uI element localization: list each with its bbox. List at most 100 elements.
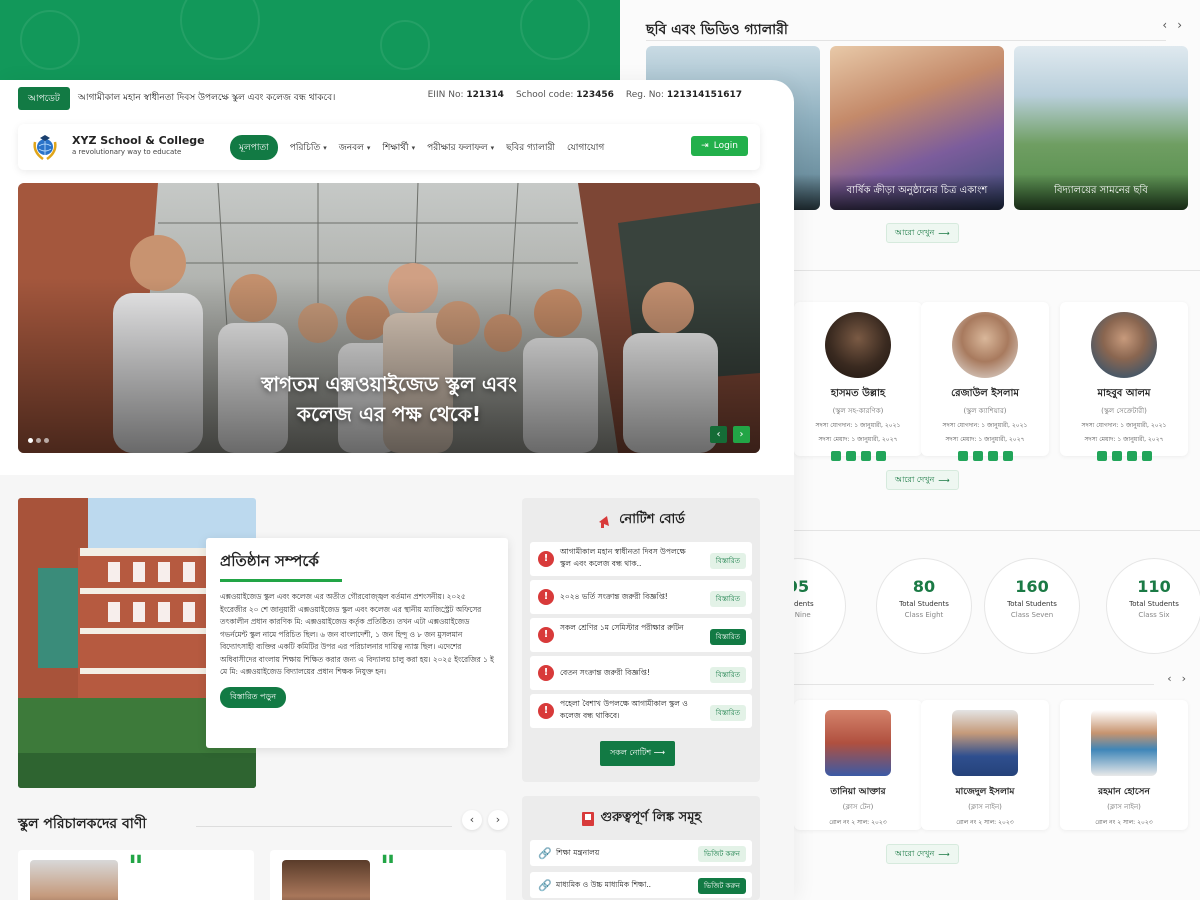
linkedin-icon[interactable] <box>1002 451 1013 461</box>
students-more-button[interactable]: আরো দেখুন ⟶ <box>886 844 959 864</box>
teacher-card[interactable]: রেজাউল ইসলাম (স্কুল ক্যাশিয়ার) সদস্য যো… <box>921 302 1049 461</box>
phone-icon[interactable] <box>1096 451 1107 461</box>
messages-prev-button[interactable]: ‹ <box>462 810 482 830</box>
teacher-term: সদস্য মেয়াদ: ১ জানুয়ারী, ২০২৭ <box>945 436 1025 443</box>
slider-dot[interactable] <box>44 438 49 443</box>
stat-number: 160 <box>1015 577 1049 596</box>
linkedin-icon[interactable] <box>1141 451 1152 461</box>
student-class: (ক্লাস নাইন) <box>1107 803 1141 811</box>
student-card[interactable]: মাজেদুল ইসলাম (ক্লাস নাইন) রোল নং ২ সাল:… <box>921 700 1049 830</box>
link-item[interactable]: 🔗 শিক্ষা মন্ত্রনালয় ভিজিট করুন <box>530 840 752 866</box>
student-card[interactable]: তানিয়া আক্তার (ক্লাস টেন) রোল নং ২ সাল:… <box>794 700 922 830</box>
phone-icon[interactable] <box>830 451 841 461</box>
notice-item[interactable]: ! বেতন সংক্রান্ত জরুরী বিজ্ঞপ্তি! বিস্তা… <box>530 656 752 690</box>
teacher-term: সদস্য মেয়াদ: ১ জানুয়ারী, ২০২৭ <box>818 436 898 443</box>
nav-item-home[interactable]: মূলপাতা <box>230 135 278 160</box>
notice-text: সকল শ্রেণির ১ম সেমিস্টার পরীক্ষার রুটিন <box>560 623 684 632</box>
notice-item[interactable]: ! আগামীকাল মহান স্বাধীনতা দিবস উপলক্ষে স… <box>530 542 752 576</box>
alert-icon: ! <box>538 703 554 719</box>
email-icon[interactable] <box>845 451 856 461</box>
nav-label: পরীক্ষার ফলাফল <box>427 143 488 153</box>
student-card[interactable]: রহমান হোসেন (ক্লাস নাইন) রোল নং ২ সাল: ২… <box>1060 700 1188 830</box>
quote-icon: " <box>380 850 396 885</box>
nav-item-contact[interactable]: যোগাযোগ <box>567 140 604 155</box>
megaphone-icon <box>599 515 610 528</box>
slider-dot[interactable] <box>36 438 41 443</box>
login-button[interactable]: ⇥ Login <box>691 136 748 156</box>
alert-icon: ! <box>538 627 554 643</box>
hero-slider[interactable]: স্বাগতম এক্সওয়াইজেড স্কুল এবং কলেজ এর প… <box>18 183 760 453</box>
gallery-arrows: ‹ › <box>1162 18 1182 32</box>
teacher-role: (স্কুল ক্যাশিয়ার) <box>963 407 1007 415</box>
gallery-caption: বিদ্যালয়ের সামনের ছবি <box>1014 174 1188 210</box>
gallery-item[interactable]: বিদ্যালয়ের সামনের ছবি <box>1014 46 1188 210</box>
teacher-card[interactable]: মাহবুব আলম (স্কুল সেক্রেটারী) সদস্য যোগদ… <box>1060 302 1188 461</box>
hero-line-1: স্বাগতম এক্সওয়াইজেড স্কুল এবং <box>261 372 517 396</box>
gallery-prev-button[interactable]: ‹ <box>1162 18 1167 32</box>
important-links-label: গুরুত্বপূর্ণ লিঙ্ক সমূহ <box>600 810 702 825</box>
notice-details-button[interactable]: বিস্তারিত <box>709 553 746 569</box>
email-icon[interactable] <box>1111 451 1122 461</box>
gallery-item[interactable]: বার্ষিক ক্রীড়া অনুষ্ঠানের চিত্র একাংশ <box>830 46 1004 210</box>
all-notices-label: সকল নোটিশ <box>610 748 652 757</box>
nav-item-staff[interactable]: জনবল ▾ <box>339 140 371 155</box>
notice-item[interactable]: ! সকল শ্রেণির ১ম সেমিস্টার পরীক্ষার রুটি… <box>530 618 752 652</box>
read-more-button[interactable]: বিস্তারিত পড়ুন <box>220 686 286 708</box>
notice-item[interactable]: ! ২০২৪ ভর্তি সংক্রান্ত জরুরী বিজ্ঞপ্তি! … <box>530 580 752 614</box>
all-notices-button[interactable]: সকল নোটিশ ⟶ <box>600 741 676 766</box>
link-item[interactable]: 🔗 মাধ্যমিক ও উচ্চ মাধ্যমিক শিক্ষা.. ভিজি… <box>530 872 752 898</box>
gallery-more-button[interactable]: আরো দেখুন ⟶ <box>886 223 959 243</box>
gallery-title: ছবি এবং ভিডিও গ্যালারী <box>646 22 788 38</box>
quote-icon: " <box>128 850 144 885</box>
school-code: School code: 123456 <box>516 90 614 100</box>
visit-button[interactable]: ভিজিট করুন <box>698 846 746 862</box>
slider-prev-button[interactable]: ‹ <box>710 426 727 443</box>
reg-no: Reg. No: 121314151617 <box>626 90 742 100</box>
about-title-underline <box>220 579 342 582</box>
about-description: এক্সওয়াইজেড স্কুল এবং কলেজ এর অতীত গৌরব… <box>220 592 494 676</box>
notice-text: পহেলা বৈশাখ উপলক্ষে আগামীকাল স্কুল ও কলে… <box>560 699 688 720</box>
notice-details-button[interactable]: বিস্তারিত <box>709 591 746 607</box>
stat-class: Class Eight <box>904 611 944 619</box>
nav-label: শিক্ষার্থী <box>382 143 409 153</box>
stat-class: Class Seven <box>1010 611 1054 619</box>
visit-button[interactable]: ভিজিট করুন <box>698 878 746 894</box>
nav-item-gallery[interactable]: ছবির গ্যালারী <box>506 140 555 155</box>
email-icon[interactable] <box>972 451 983 461</box>
notice-text: আগামীকাল মহান স্বাধীনতা দিবস উপলক্ষে স্ক… <box>560 547 686 568</box>
nav-item-about[interactable]: পরিচিতি ▾ <box>290 140 327 155</box>
messages-next-button[interactable]: › <box>488 810 508 830</box>
gallery-next-button[interactable]: › <box>1177 18 1182 32</box>
nav-item-students[interactable]: শিক্ষার্থী ▾ <box>382 140 415 155</box>
laurel-globe-logo[interactable] <box>30 132 60 162</box>
about-card: প্রতিষ্ঠান সম্পর্কে এক্সওয়াইজেড স্কুল এ… <box>206 538 508 748</box>
slider-next-button[interactable]: › <box>733 426 750 443</box>
nav-menu: মূলপাতা পরিচিতি ▾ জনবল ▾ শিক্ষার্থী ▾ পরীক্… <box>230 135 604 160</box>
nav-item-results[interactable]: পরীক্ষার ফলাফল ▾ <box>427 140 494 155</box>
facebook-icon[interactable] <box>987 451 998 461</box>
social-links <box>921 451 1049 461</box>
teachers-more-button[interactable]: আরো দেখুন ⟶ <box>886 470 959 490</box>
slider-dot[interactable] <box>28 438 33 443</box>
principal-messages-title: স্কুল পরিচালকদের বাণী <box>18 816 147 832</box>
notice-details-button[interactable]: বিস্তারিত <box>709 629 746 645</box>
divider <box>794 270 1200 271</box>
linkedin-icon[interactable] <box>875 451 886 461</box>
stat-number: 110 <box>1137 577 1171 596</box>
facebook-icon[interactable] <box>860 451 871 461</box>
notice-details-button[interactable]: বিস্তারিত <box>709 705 746 721</box>
phone-icon[interactable] <box>957 451 968 461</box>
notice-details-button[interactable]: বিস্তারিত <box>709 667 746 683</box>
news-ticker[interactable]: আগামীকাল মহান স্বাধীনতা দিবস উপলক্ষে স্ক… <box>78 90 335 105</box>
teacher-card[interactable]: হাসমত উল্লাহ (স্কুল সহ-কারণিক) সদস্য যোগ… <box>794 302 922 461</box>
message-card[interactable]: " <box>270 850 506 900</box>
header-green-band <box>0 0 620 80</box>
facebook-icon[interactable] <box>1126 451 1137 461</box>
message-card[interactable]: " <box>18 850 254 900</box>
students-next-button[interactable]: › <box>1182 672 1186 685</box>
stat-label: Total Students <box>1129 600 1179 608</box>
students-prev-button[interactable]: ‹ <box>1167 672 1171 685</box>
notice-item[interactable]: ! পহেলা বৈশাখ উপলক্ষে আগামীকাল স্কুল ও ক… <box>530 694 752 728</box>
teacher-join: সদস্য যোগদান: ১ জানুয়ারী, ২০২১ <box>815 422 901 429</box>
student-class: (ক্লাস নাইন) <box>968 803 1002 811</box>
